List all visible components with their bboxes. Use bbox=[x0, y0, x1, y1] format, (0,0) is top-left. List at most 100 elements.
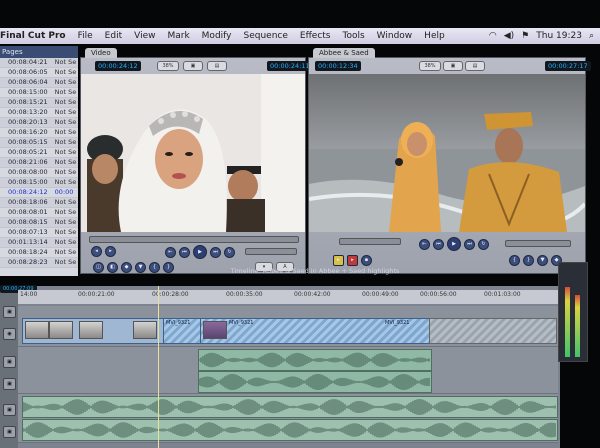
viewer-play-icon[interactable]: ▶ bbox=[193, 245, 207, 259]
video-clip[interactable]: MVI_9321 MVI_9321 bbox=[200, 318, 430, 344]
browser-row[interactable]: 00:08:28:23 Not Se bbox=[0, 258, 78, 268]
menu-modify[interactable]: Modify bbox=[196, 31, 238, 41]
track-v1-visible-icon[interactable]: ◉ bbox=[3, 328, 16, 340]
track-v1-lock-icon[interactable]: ▣ bbox=[3, 306, 16, 318]
browser-row[interactable]: 00:08:08:00 Not Se bbox=[0, 168, 78, 178]
menu-mark[interactable]: Mark bbox=[161, 31, 195, 41]
menu-file[interactable]: File bbox=[72, 31, 99, 41]
viewer-play-in-out-icon[interactable]: ⇤ bbox=[165, 246, 176, 258]
canvas-mark-out-icon[interactable]: } bbox=[523, 255, 534, 266]
timeline-ruler[interactable]: 14:00 00:00:21:00 00:00:28:00 00:00:35:0… bbox=[18, 290, 558, 304]
canvas-tab[interactable]: Abbee & Saed bbox=[313, 48, 375, 58]
viewer-overlay-popup[interactable]: ▤ bbox=[207, 61, 227, 71]
viewer-tab[interactable]: Video bbox=[85, 48, 117, 58]
canvas-play-in-out-icon[interactable]: ⇤ bbox=[419, 238, 430, 250]
browser-row-timecode: 00:08:06:05 bbox=[8, 68, 48, 76]
canvas-play-icon[interactable]: ▶ bbox=[447, 237, 461, 251]
viewer-view-popup[interactable]: ▣ bbox=[183, 61, 203, 71]
browser-row[interactable]: 00:08:24:12 00:00 bbox=[0, 188, 78, 198]
viewer-duration-timecode[interactable]: 00:00:24:12 bbox=[95, 61, 141, 71]
browser-row[interactable]: 00:08:20:13 Not Se bbox=[0, 118, 78, 128]
track-a1-lock-icon[interactable]: ▣ bbox=[3, 356, 16, 368]
menu-help[interactable]: Help bbox=[418, 31, 451, 41]
flag-icon[interactable]: ⚑ bbox=[521, 31, 529, 41]
volume-icon[interactable]: ◀) bbox=[504, 31, 514, 41]
browser-row[interactable]: 00:08:08:15 Not Se bbox=[0, 218, 78, 228]
viewer-jog-icon[interactable]: ▸ bbox=[105, 246, 116, 257]
track-controls: 00:00:27:09 ▣ ◉ ▣ ▣ ▣ ▣ bbox=[0, 285, 37, 448]
canvas-overwrite-icon[interactable]: ▸ bbox=[347, 255, 358, 266]
browser-row[interactable]: 00:08:15:21 Not Se bbox=[0, 98, 78, 108]
browser-row[interactable]: 00:08:08:01 Not Se bbox=[0, 208, 78, 218]
canvas-prev-edit-icon[interactable]: ⏮ bbox=[433, 238, 444, 250]
menu-edit[interactable]: Edit bbox=[99, 31, 128, 41]
viewer-current-timecode[interactable]: 00:00:24:11 bbox=[267, 61, 313, 71]
audio-clip[interactable] bbox=[22, 419, 558, 441]
viewer-next-edit-icon[interactable]: ⏭ bbox=[210, 246, 221, 258]
canvas-zoom-popup[interactable]: 38% bbox=[419, 61, 441, 71]
track-a4-lock-icon[interactable]: ▣ bbox=[3, 426, 16, 438]
viewer-play-around-icon[interactable]: ↻ bbox=[224, 246, 235, 258]
track-a2-lock-icon[interactable]: ▣ bbox=[3, 378, 16, 390]
playhead[interactable] bbox=[158, 286, 160, 448]
canvas-next-edit-icon[interactable]: ⏭ bbox=[464, 238, 475, 250]
browser-row[interactable]: 00:08:13:20 Not Se bbox=[0, 108, 78, 118]
spotlight-icon[interactable]: ⌕ bbox=[589, 31, 594, 41]
viewer-prev-edit-icon[interactable]: ⏮ bbox=[179, 246, 190, 258]
app-menu[interactable]: Final Cut Pro bbox=[0, 31, 72, 41]
browser-row[interactable]: 00:08:18:24 Not Se bbox=[0, 248, 78, 258]
canvas-video-frame[interactable] bbox=[309, 74, 585, 232]
browser-row[interactable]: 00:08:05:21 Not Se bbox=[0, 148, 78, 158]
browser-row[interactable]: 00:08:06:05 Not Se bbox=[0, 68, 78, 78]
browser-row-timecode: 00:08:28:23 bbox=[8, 258, 48, 266]
canvas-view-popup[interactable]: ▣ bbox=[443, 61, 463, 71]
canvas-add-marker-icon[interactable]: ▼ bbox=[537, 255, 548, 266]
menu-view[interactable]: View bbox=[128, 31, 161, 41]
clock[interactable]: Thu 19:23 bbox=[536, 31, 582, 41]
audio-clip[interactable] bbox=[198, 349, 432, 371]
browser-row-status: Not Se bbox=[54, 58, 77, 66]
clip-thumbnail bbox=[49, 321, 73, 339]
audio-waveform bbox=[199, 352, 430, 368]
browser-row[interactable]: 00:08:05:15 Not Se bbox=[0, 138, 78, 148]
browser-row[interactable]: 00:08:16:20 Not Se bbox=[0, 128, 78, 138]
video-clip[interactable] bbox=[22, 318, 164, 344]
track-a3-lock-icon[interactable]: ▣ bbox=[3, 404, 16, 416]
menu-effects[interactable]: Effects bbox=[294, 31, 337, 41]
browser-row[interactable]: 00:08:15:00 Not Se bbox=[0, 178, 78, 188]
viewer-scrubber[interactable] bbox=[89, 236, 299, 243]
browser-row[interactable]: 00:08:18:06 Not Se bbox=[0, 198, 78, 208]
audio-track-a3 bbox=[18, 394, 558, 443]
audio-clip[interactable] bbox=[198, 371, 432, 393]
canvas-duration-timecode[interactable]: 00:00:12:34 bbox=[315, 61, 361, 71]
clip-thumbnail bbox=[25, 321, 49, 339]
viewer-audio-shuttle[interactable] bbox=[245, 248, 297, 255]
browser-row[interactable]: 00:08:07:13 Not Se bbox=[0, 228, 78, 238]
browser-row[interactable]: 00:08:04:21 Not Se bbox=[0, 58, 78, 68]
canvas-audio-shuttle[interactable] bbox=[339, 238, 401, 245]
audio-waveform bbox=[23, 398, 556, 416]
browser-row-timecode: 00:08:16:20 bbox=[8, 128, 48, 136]
viewer-video-frame[interactable] bbox=[81, 74, 305, 232]
menu-tools[interactable]: Tools bbox=[337, 31, 371, 41]
viewer-shuttle-icon[interactable]: ◂ bbox=[91, 246, 102, 257]
clip-label: MVI_9321 bbox=[166, 320, 191, 326]
canvas-overlay-popup[interactable]: ▤ bbox=[465, 61, 485, 71]
canvas-mark-in-icon[interactable]: { bbox=[509, 255, 520, 266]
canvas-insert-icon[interactable]: ▸ bbox=[333, 255, 344, 266]
video-clip[interactable]: MVI_9321 bbox=[163, 318, 201, 344]
canvas-current-timecode[interactable]: 00:00:27:17 bbox=[545, 61, 591, 71]
audio-clip[interactable] bbox=[22, 396, 558, 418]
browser-row[interactable]: 00:08:15:00 Not Se bbox=[0, 88, 78, 98]
canvas-scrubber[interactable] bbox=[505, 240, 571, 247]
browser-row[interactable]: 00:01:13:14 Not Se bbox=[0, 238, 78, 248]
browser-row[interactable]: 00:08:06:04 Not Se bbox=[0, 78, 78, 88]
viewer-zoom-popup[interactable]: 38% bbox=[157, 61, 179, 71]
canvas-play-around-icon[interactable]: ↻ bbox=[478, 238, 489, 250]
wifi-icon[interactable]: ◠ bbox=[489, 31, 497, 41]
canvas-replace-icon[interactable]: ▪ bbox=[361, 255, 372, 266]
empty-track-region[interactable] bbox=[429, 318, 557, 344]
menu-window[interactable]: Window bbox=[371, 31, 419, 41]
browser-row[interactable]: 00:08:21:06 Not Se bbox=[0, 158, 78, 168]
menu-sequence[interactable]: Sequence bbox=[238, 31, 294, 41]
